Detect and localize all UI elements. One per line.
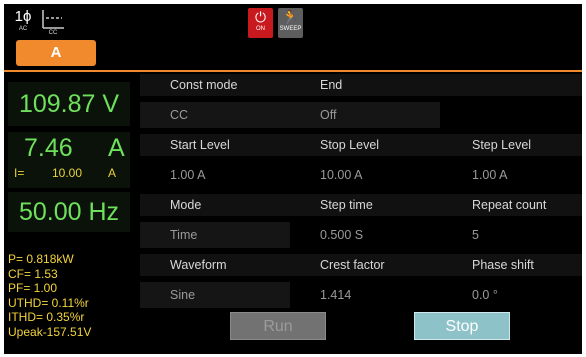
current-unit: A: [108, 134, 125, 162]
power-on-label: ON: [256, 26, 265, 32]
current-value: 7.46: [24, 134, 73, 162]
waveform-label: Waveform: [140, 254, 290, 276]
run-button[interactable]: Run: [230, 312, 326, 340]
cc-icon[interactable]: CC: [40, 8, 66, 38]
mode-field[interactable]: Time: [140, 222, 290, 248]
top-bar: 1ϕ AC CC A ⏻ ON 🏃 SWEEP: [4, 4, 582, 70]
power-readings: P= 0.818kW CF= 1.53 PF= 1.00 UTHD= 0.11%…: [8, 252, 132, 339]
stop-level-label: Stop Level: [290, 134, 442, 156]
cc-graph-icon: [42, 10, 64, 29]
repeat-count-label: Repeat count: [442, 194, 582, 216]
end-label: End: [290, 74, 582, 96]
channel-tab-a[interactable]: A: [16, 40, 96, 66]
waveform-field[interactable]: Sine: [140, 282, 290, 308]
phase-icon-sub: AC: [18, 26, 28, 32]
current-set-label: I=: [14, 166, 25, 180]
stop-button[interactable]: Stop: [414, 312, 510, 340]
const-mode-field[interactable]: CC: [140, 102, 290, 128]
step-time-label: Step time: [290, 194, 442, 216]
step-time-field[interactable]: 0.500 S: [290, 222, 442, 248]
crest-factor-field[interactable]: 1.414: [290, 282, 442, 308]
power-on-button[interactable]: ⏻ ON: [248, 8, 273, 38]
sweep-button[interactable]: 🏃 SWEEP: [278, 8, 303, 38]
cc-icon-label: CC: [48, 30, 58, 36]
frequency-readout: 50.00 Hz: [8, 192, 130, 232]
crest-factor-label: Crest factor: [290, 254, 442, 276]
phase-shift-label: Phase shift: [442, 254, 582, 276]
phase-shift-field[interactable]: 0.0 °: [442, 282, 582, 308]
phase-icon[interactable]: 1ϕ AC: [10, 8, 36, 38]
measurement-panel: 109.87 V 7.46 A I= 10.00 A 50.00 Hz P= 0…: [4, 72, 134, 354]
start-level-field[interactable]: 1.00 A: [140, 162, 290, 188]
reading-crest-factor: CF= 1.53: [8, 266, 58, 281]
power-icon: ⏻: [254, 9, 267, 25]
const-mode-label: Const mode: [140, 74, 290, 96]
step-level-field[interactable]: 1.00 A: [442, 162, 582, 188]
current-set-unit: A: [108, 166, 117, 180]
reading-power-factor: PF= 1.00: [8, 281, 58, 295]
current-set-value: 10.00: [52, 166, 83, 180]
start-level-label: Start Level: [140, 134, 290, 156]
sweep-label: SWEEP: [279, 26, 302, 32]
instrument-screen: 1ϕ AC CC A ⏻ ON 🏃 SWEEP 109.87 V 7.46 A …: [4, 4, 582, 354]
mode-label: Mode: [140, 194, 290, 216]
reading-power: P= 0.818kW: [8, 252, 74, 266]
phase-icon-main: 1ϕ: [14, 8, 32, 25]
reading-uthd: UTHD= 0.11%r: [8, 295, 89, 310]
step-level-label: Step Level: [442, 134, 582, 156]
reading-ithd: ITHD= 0.35%r: [8, 310, 85, 324]
current-readout: 7.46 A I= 10.00 A: [8, 132, 130, 188]
sweep-settings-panel: Const mode End CC Off Start Level Stop L…: [140, 72, 582, 354]
sweep-runner-icon: 🏃: [281, 9, 300, 25]
stop-level-field[interactable]: 10.00 A: [290, 162, 442, 188]
end-field[interactable]: Off: [290, 102, 440, 128]
voltage-readout: 109.87 V: [8, 82, 130, 126]
repeat-count-field[interactable]: 5: [442, 222, 582, 248]
reading-upeak: Upeak-157.51V: [8, 324, 92, 339]
